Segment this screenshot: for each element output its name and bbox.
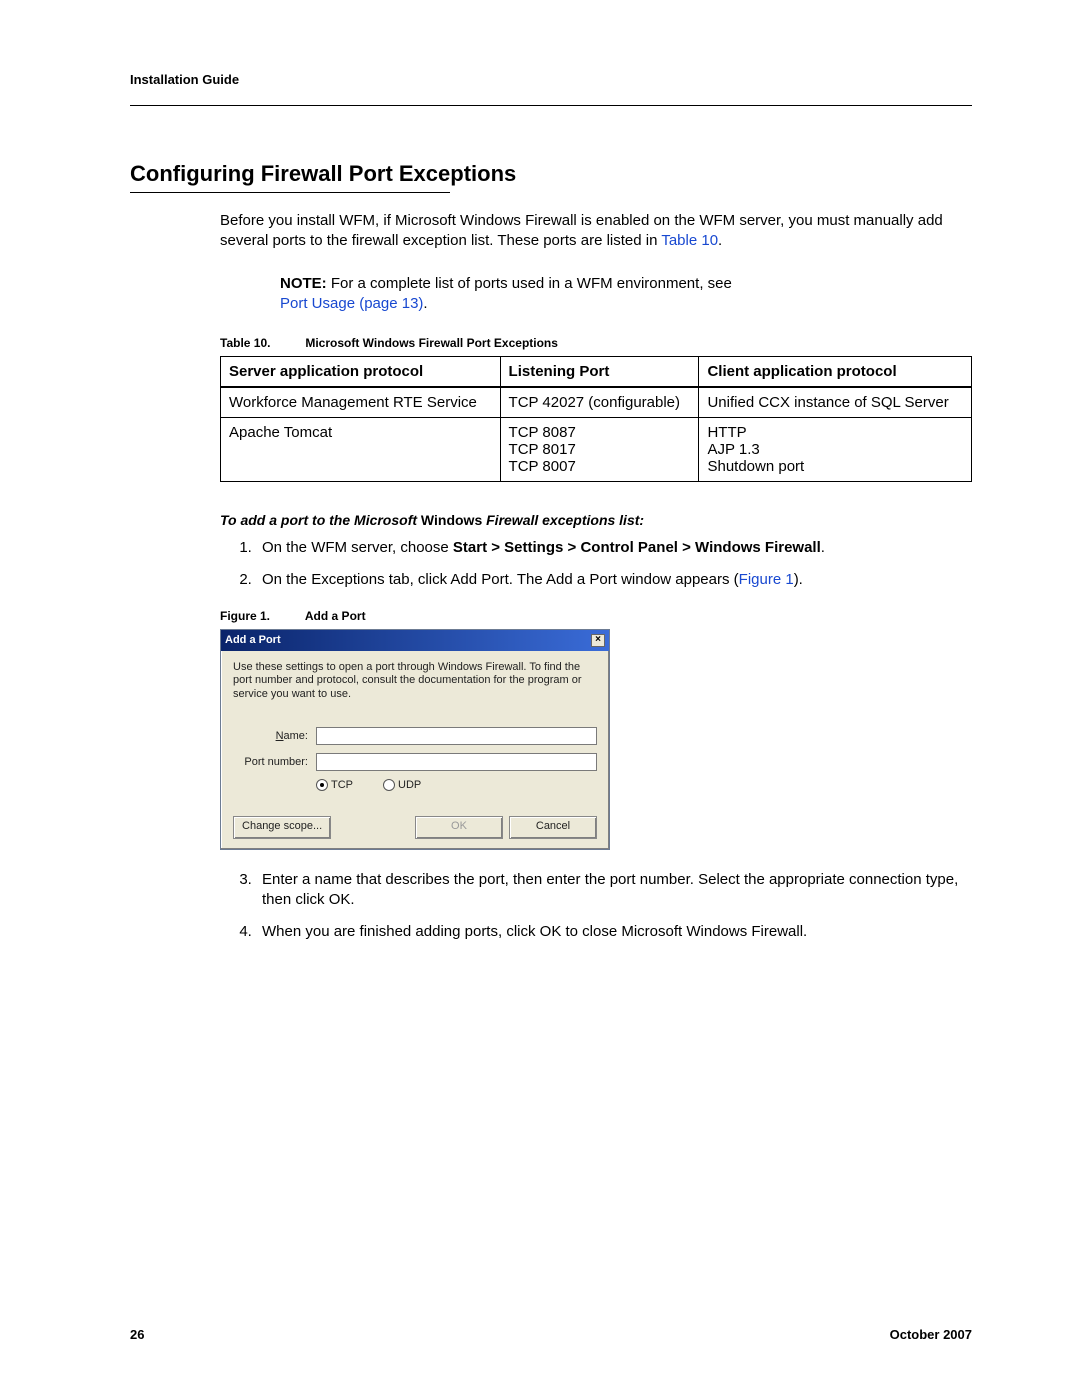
port-number-input[interactable] — [316, 753, 597, 771]
step1-pre: On the WFM server, choose — [262, 539, 453, 556]
intro-paragraph: Before you install WFM, if Microsoft Win… — [220, 211, 972, 252]
add-a-port-dialog: Add a Port × Use these settings to open … — [220, 629, 610, 850]
note-tail: . — [423, 295, 427, 312]
proc-title-post: Firewall exceptions list: — [482, 512, 644, 528]
cell: HTTP AJP 1.3 Shutdown port — [699, 418, 972, 482]
step2-post: ). — [794, 571, 803, 588]
change-scope-button[interactable]: Change scope... — [233, 816, 331, 839]
proc-title-pre: To add a port to the Microsoft — [220, 512, 421, 528]
dialog-titlebar: Add a Port × — [221, 630, 609, 651]
radio-icon — [316, 779, 328, 791]
page-number: 26 — [130, 1327, 144, 1342]
section-heading: Configuring Firewall Port Exceptions — [130, 161, 972, 187]
th-client-protocol: Client application protocol — [699, 357, 972, 388]
udp-radio[interactable]: UDP — [383, 779, 421, 791]
close-icon[interactable]: × — [591, 634, 605, 647]
proc-title-bold: Windows — [421, 512, 482, 528]
table-header-row: Server application protocol Listening Po… — [221, 357, 972, 388]
header-rule — [130, 105, 972, 106]
port-label: Port number: — [233, 756, 308, 768]
figure-caption: Figure 1. Add a Port — [220, 609, 972, 623]
intro-ref[interactable]: Table 10 — [661, 232, 718, 249]
cell: Apache Tomcat — [221, 418, 501, 482]
table-row: Workforce Management RTE Service TCP 420… — [221, 387, 972, 418]
heading-underline — [130, 192, 450, 193]
intro-text: Before you install WFM, if Microsoft Win… — [220, 212, 943, 249]
note-label: NOTE: — [280, 275, 327, 292]
figure-caption-text: Add a Port — [305, 609, 366, 623]
page: Installation Guide Configuring Firewall … — [0, 0, 1080, 1397]
name-label: Name: — [233, 730, 308, 742]
step1-bold: Start > Settings > Control Panel > Windo… — [453, 539, 821, 556]
page-footer: 26 October 2007 — [130, 1327, 972, 1342]
cell: TCP 42027 (configurable) — [500, 387, 699, 418]
note-text: For a complete list of ports used in a W… — [331, 275, 732, 292]
intro-tail: . — [718, 232, 722, 249]
table-row: Apache Tomcat TCP 8087 TCP 8017 TCP 8007… — [221, 418, 972, 482]
name-input[interactable] — [316, 727, 597, 745]
th-listening-port: Listening Port — [500, 357, 699, 388]
step1-post: . — [821, 539, 825, 556]
note-ref[interactable]: Port Usage (page 13) — [280, 295, 423, 312]
th-server-protocol: Server application protocol — [221, 357, 501, 388]
steps-list: On the WFM server, choose Start > Settin… — [256, 538, 972, 591]
page-header: Installation Guide — [130, 72, 972, 105]
footer-date: October 2007 — [890, 1327, 972, 1342]
figure-caption-label: Figure 1. — [220, 609, 302, 623]
port-row: Port number: — [233, 753, 597, 771]
port-exceptions-table: Server application protocol Listening Po… — [220, 356, 972, 482]
dialog-description: Use these settings to open a port throug… — [233, 661, 597, 702]
cell: Unified CCX instance of SQL Server — [699, 387, 972, 418]
note-block: NOTE: For a complete list of ports used … — [280, 274, 972, 315]
header-title: Installation Guide — [130, 72, 239, 87]
dialog-title: Add a Port — [225, 634, 281, 646]
step-4: When you are finished adding ports, clic… — [256, 922, 972, 942]
procedure-title: To add a port to the Microsoft Windows F… — [220, 512, 972, 528]
dialog-body: Use these settings to open a port throug… — [221, 651, 609, 849]
radio-icon — [383, 779, 395, 791]
table-caption: Table 10. Microsoft Windows Firewall Por… — [220, 336, 972, 350]
step2-pre: On the Exceptions tab, click Add Port. T… — [262, 571, 739, 588]
table-caption-label: Table 10. — [220, 336, 302, 350]
step-2: On the Exceptions tab, click Add Port. T… — [256, 570, 972, 590]
dialog-button-row: Change scope... OK Cancel — [233, 816, 597, 839]
steps-list-continued: Enter a name that describes the port, th… — [256, 870, 972, 943]
step-3: Enter a name that describes the port, th… — [256, 870, 972, 911]
step2-ref[interactable]: Figure 1 — [739, 571, 794, 588]
cell: TCP 8087 TCP 8017 TCP 8007 — [500, 418, 699, 482]
step-1: On the WFM server, choose Start > Settin… — [256, 538, 972, 558]
cancel-button[interactable]: Cancel — [509, 816, 597, 839]
name-row: Name: — [233, 727, 597, 745]
cell: Workforce Management RTE Service — [221, 387, 501, 418]
tcp-radio[interactable]: TCP — [316, 779, 353, 791]
content-block: Before you install WFM, if Microsoft Win… — [220, 211, 972, 943]
ok-button[interactable]: OK — [415, 816, 503, 839]
table-caption-text: Microsoft Windows Firewall Port Exceptio… — [305, 336, 558, 350]
protocol-radio-group: TCP UDP — [316, 779, 597, 791]
